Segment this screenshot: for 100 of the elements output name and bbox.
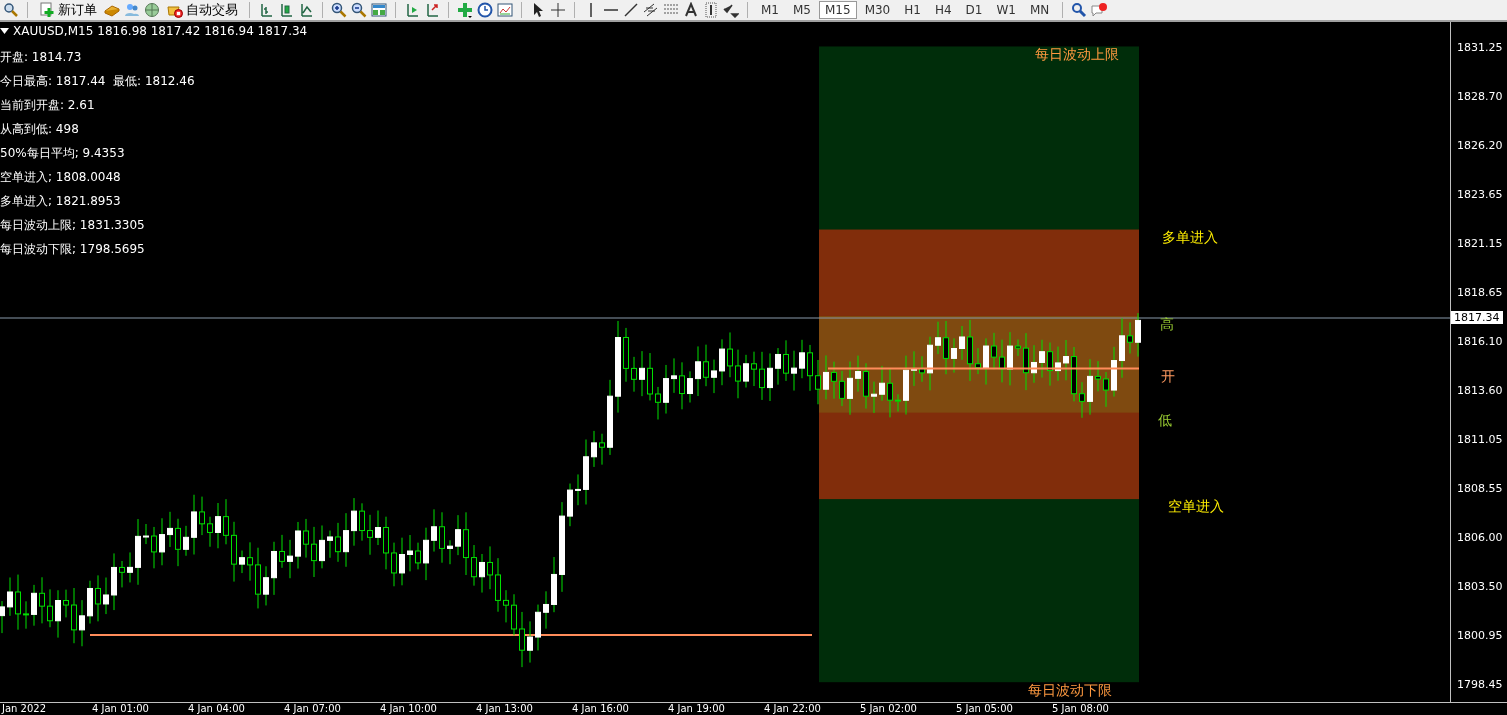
candlestick [1071, 346, 1077, 402]
candlestick [999, 339, 1005, 383]
current-price-label: 1817.34 [1451, 311, 1503, 324]
price-axis-label: 1798.45 [1457, 678, 1503, 691]
candlestick [535, 604, 541, 651]
candlestick [671, 357, 677, 394]
candlestick [263, 565, 269, 606]
candlestick [87, 580, 93, 625]
globe-icon[interactable] [143, 1, 161, 19]
indicator-reading: 从高到低: 498 [0, 121, 80, 138]
long-entry-label: 多单进入 [1162, 229, 1218, 247]
daily-upper-limit-label: 每日波动上限 [1035, 46, 1119, 64]
search-icon[interactable] [1070, 1, 1089, 19]
tile-windows-icon[interactable] [370, 1, 388, 19]
candlestick [311, 526, 317, 578]
candlestick [1023, 332, 1029, 391]
candlestick [959, 325, 965, 361]
chat-icon[interactable] [1090, 1, 1109, 19]
candlestick [223, 498, 229, 545]
new-order-button[interactable]: 新订单 [35, 1, 101, 19]
candlestick [159, 517, 165, 566]
low-label: 低 [1158, 412, 1172, 430]
timeframe-button[interactable]: H4 [928, 1, 958, 19]
indicator-reading: 每日波动上限; 1831.3305 [0, 217, 146, 234]
candlestick [1119, 317, 1125, 379]
candlestick [231, 521, 237, 583]
candlestick [375, 510, 381, 546]
candlestick [591, 430, 597, 468]
indicator-reading: 空单进入; 1808.0048 [0, 169, 122, 186]
people-icon[interactable] [123, 1, 141, 19]
timeframe-button[interactable]: M30 [858, 1, 897, 19]
candlestick [55, 589, 61, 639]
candlestick [879, 365, 885, 402]
price-axis-label: 1821.15 [1457, 237, 1503, 250]
chart-template-icon[interactable] [496, 1, 514, 19]
candlestick [391, 542, 397, 587]
candlestick [239, 550, 245, 574]
indicator-reading: 当前到开盘: 2.61 [0, 97, 96, 114]
candlestick [919, 355, 925, 383]
candlestick [647, 352, 653, 401]
auto-trading-button[interactable]: 自动交易 [163, 1, 242, 19]
candlestick [47, 588, 53, 628]
candlestick [1095, 360, 1101, 392]
timeframe-button[interactable]: M1 [755, 1, 785, 19]
text-icon[interactable] [682, 1, 700, 19]
indicator-reading: 今日最高: 1817.44 最低: 1812.46 [0, 73, 195, 90]
candlestick [1087, 358, 1093, 416]
candlestick [895, 393, 901, 412]
candlestick [39, 576, 45, 624]
candlestick [175, 518, 181, 567]
candlestick [167, 511, 173, 548]
candlestick [695, 345, 701, 397]
candlestick [927, 336, 933, 391]
search-icon[interactable] [2, 1, 20, 19]
candlestick [911, 350, 917, 387]
clock-icon[interactable] [476, 1, 494, 19]
price-axis-label: 1826.20 [1457, 139, 1503, 152]
zoom-out-icon[interactable] [350, 1, 368, 19]
new-document-icon [39, 2, 55, 18]
equidistant-channel-icon[interactable] [642, 1, 660, 19]
trendline-icon[interactable] [622, 1, 640, 19]
candlestick [703, 344, 709, 387]
candlestick [527, 620, 533, 664]
time-axis-label: 4 Jan 07:00 [284, 703, 341, 715]
candlestick [31, 584, 37, 627]
candlestick [1055, 346, 1061, 382]
candlestick [823, 354, 829, 400]
timeframe-button[interactable]: W1 [990, 1, 1022, 19]
text-label-icon[interactable] [702, 1, 720, 19]
timeframe-button[interactable]: MN [1023, 1, 1056, 19]
candlestick [215, 502, 221, 549]
price-axis-label: 1811.05 [1457, 433, 1503, 446]
zoom-in-icon[interactable] [330, 1, 348, 19]
candlestick [767, 352, 773, 402]
candlestick [583, 439, 589, 505]
candlestick [511, 593, 517, 636]
candlestick [383, 516, 389, 570]
candlestick [7, 577, 13, 617]
timeframe-button[interactable]: H1 [898, 1, 927, 19]
candlestick [847, 361, 853, 416]
candlestick [335, 522, 341, 563]
timeframe-button[interactable]: M5 [787, 1, 817, 19]
timeframe-button[interactable]: M15 [819, 1, 857, 19]
candlestick [711, 359, 717, 394]
candlestick [863, 362, 869, 410]
candlestick [951, 337, 957, 374]
candlestick [135, 518, 141, 586]
candlestick [119, 560, 125, 588]
ohlc-values: 1816.98 1817.42 1816.94 1817.34 [97, 24, 308, 38]
candlestick [1103, 371, 1109, 408]
collapse-triangle-icon[interactable] [0, 28, 9, 34]
candlestick [359, 502, 365, 542]
timeframe-button[interactable]: D1 [959, 1, 989, 19]
time-axis-label: 4 Jan 22:00 [764, 703, 821, 715]
candlestick [687, 370, 693, 403]
candlestick [839, 370, 845, 407]
candlestick [679, 361, 685, 410]
candlestick [111, 552, 117, 611]
candlestick [1135, 312, 1141, 358]
candlestick [751, 351, 757, 387]
